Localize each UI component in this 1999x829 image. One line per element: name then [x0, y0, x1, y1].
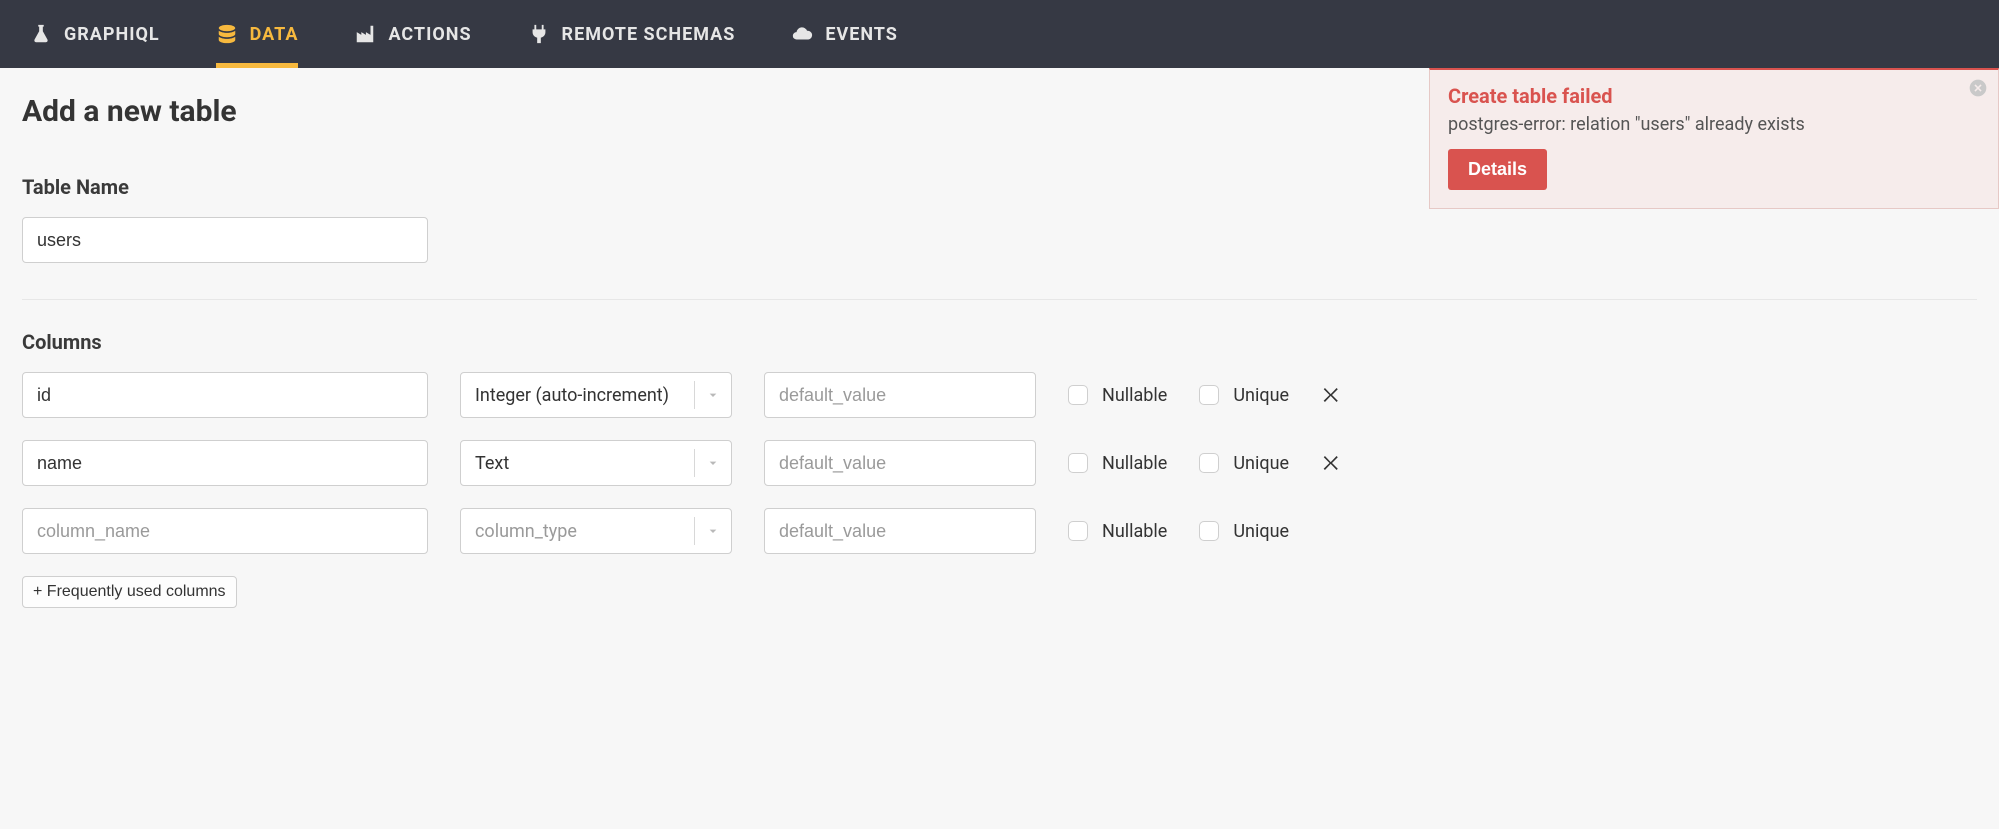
column-type-value: Text: [475, 453, 509, 474]
plug-icon: [528, 23, 550, 45]
column-type-select[interactable]: Text: [460, 440, 732, 486]
nullable-label: Nullable: [1102, 453, 1167, 474]
column-type-select[interactable]: column_type: [460, 508, 732, 554]
column-name-input[interactable]: [22, 372, 428, 418]
nav-data[interactable]: DATA: [216, 0, 299, 68]
column-row: Integer (auto-increment) Nullable Unique: [22, 372, 1977, 418]
chevron-down-icon: [705, 455, 721, 471]
column-name-input[interactable]: [22, 508, 428, 554]
nav-events[interactable]: EVENTS: [791, 0, 898, 68]
table-name-label: Table Name: [22, 175, 1977, 199]
remove-column-icon[interactable]: [1321, 452, 1343, 474]
nav-label: ACTIONS: [388, 24, 471, 45]
column-type-placeholder: column_type: [475, 521, 577, 542]
unique-checkbox[interactable]: [1199, 385, 1219, 405]
nav-label: EVENTS: [825, 24, 898, 45]
remove-column-icon[interactable]: [1321, 384, 1343, 406]
column-name-input[interactable]: [22, 440, 428, 486]
column-default-input[interactable]: [764, 508, 1036, 554]
select-divider: [694, 449, 695, 477]
nav-actions[interactable]: ACTIONS: [354, 0, 471, 68]
nav-remote-schemas[interactable]: REMOTE SCHEMAS: [528, 0, 736, 68]
table-name-input[interactable]: [22, 217, 428, 263]
column-row: Text Nullable Unique: [22, 440, 1977, 486]
unique-label: Unique: [1233, 521, 1289, 542]
column-default-input[interactable]: [764, 372, 1036, 418]
nullable-checkbox[interactable]: [1068, 385, 1088, 405]
nullable-checkbox[interactable]: [1068, 453, 1088, 473]
column-default-input[interactable]: [764, 440, 1036, 486]
frequently-used-columns-button[interactable]: + Frequently used columns: [22, 576, 237, 608]
section-divider: [22, 299, 1977, 300]
top-nav: GRAPHIQL DATA ACTIONS REMOTE SCHEMAS EVE…: [0, 0, 1999, 68]
database-icon: [216, 23, 238, 45]
columns-list: Integer (auto-increment) Nullable Unique: [22, 372, 1977, 554]
select-divider: [694, 381, 695, 409]
unique-checkbox[interactable]: [1199, 521, 1219, 541]
unique-checkbox[interactable]: [1199, 453, 1219, 473]
page-body: Add a new table Table Name Columns Integ…: [0, 68, 1999, 648]
select-divider: [694, 517, 695, 545]
unique-label: Unique: [1233, 385, 1289, 406]
nav-label: REMOTE SCHEMAS: [562, 24, 736, 45]
nullable-label: Nullable: [1102, 521, 1167, 542]
column-type-select[interactable]: Integer (auto-increment): [460, 372, 732, 418]
cloud-icon: [791, 23, 813, 45]
column-row: column_type Nullable Unique: [22, 508, 1977, 554]
nav-graphiql[interactable]: GRAPHIQL: [30, 0, 160, 68]
chevron-down-icon: [705, 387, 721, 403]
factory-icon: [354, 23, 376, 45]
columns-label: Columns: [22, 330, 1977, 354]
column-type-value: Integer (auto-increment): [475, 385, 669, 406]
nav-label: GRAPHIQL: [64, 24, 160, 45]
nullable-checkbox[interactable]: [1068, 521, 1088, 541]
page-title: Add a new table: [22, 94, 1977, 129]
nullable-label: Nullable: [1102, 385, 1167, 406]
unique-label: Unique: [1233, 453, 1289, 474]
flask-icon: [30, 23, 52, 45]
nav-label: DATA: [250, 24, 299, 45]
chevron-down-icon: [705, 523, 721, 539]
